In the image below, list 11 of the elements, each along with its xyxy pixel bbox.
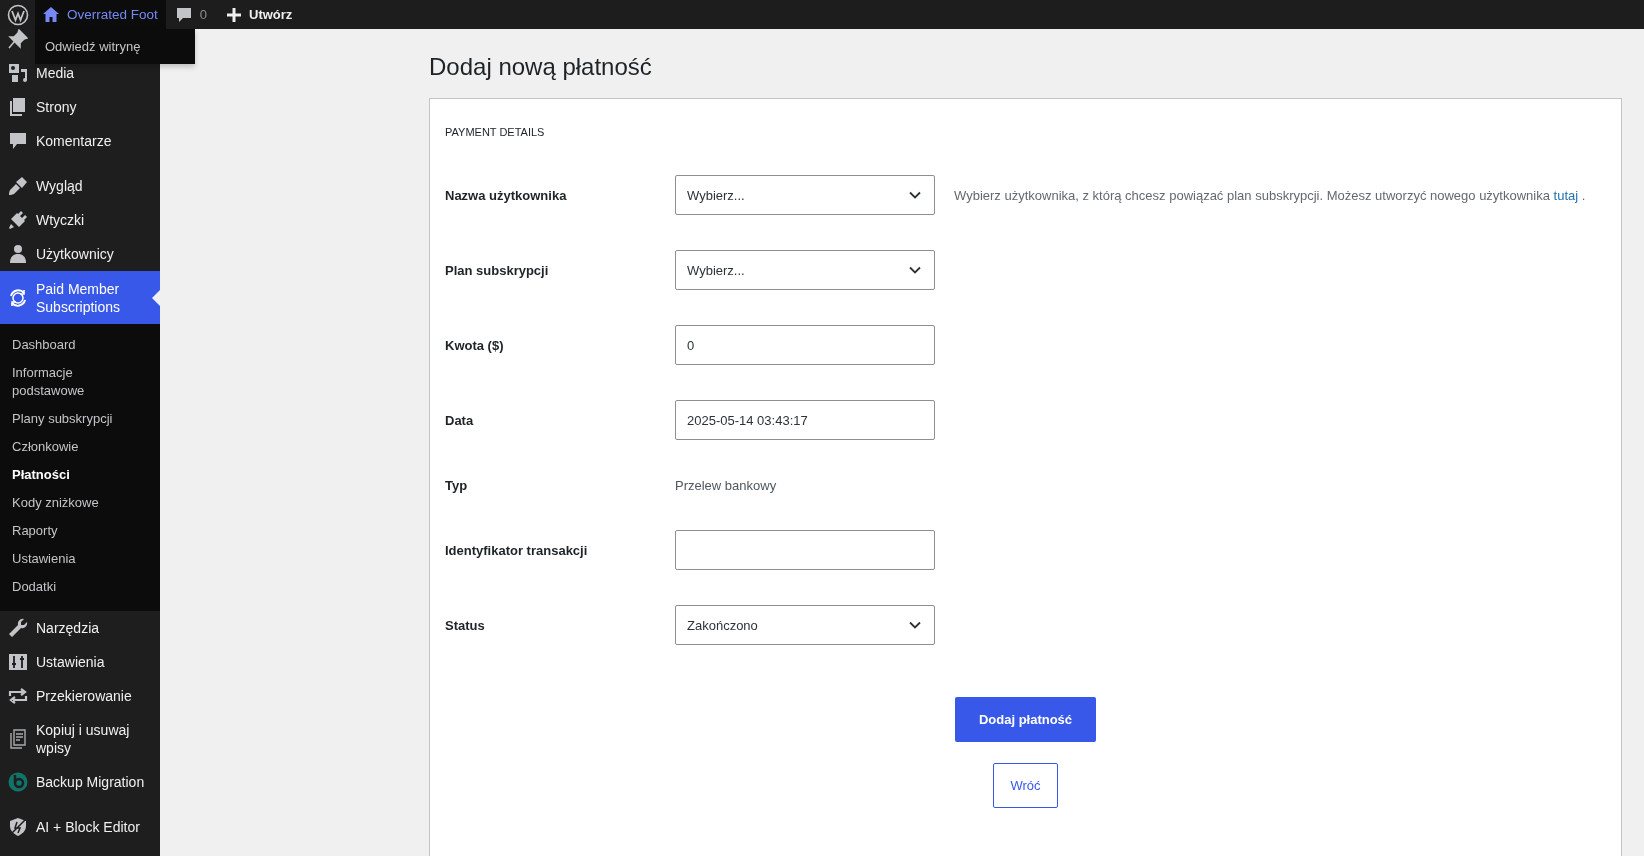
field-label: Typ [445, 477, 469, 493]
section-heading: PAYMENT DETAILS [445, 125, 545, 140]
field-label: Status [445, 617, 486, 633]
field-label: Kwota ($) [445, 337, 505, 353]
field-description: Wybierz użytkownika, z którą chcesz powiązać plan subskrypcji. Możesz utworzyć nowego użytkownika tutaj . [954, 187, 1586, 203]
field-label: Data [445, 412, 475, 428]
field-label: Identyfikator transakcji [445, 542, 589, 558]
page-title: Dodaj nową płatność [429, 52, 653, 82]
field-label: Nazwa użytkownika [445, 187, 568, 203]
field-label: Plan subskrypcji [445, 262, 550, 278]
field-value: Przelew bankowy [675, 477, 777, 493]
